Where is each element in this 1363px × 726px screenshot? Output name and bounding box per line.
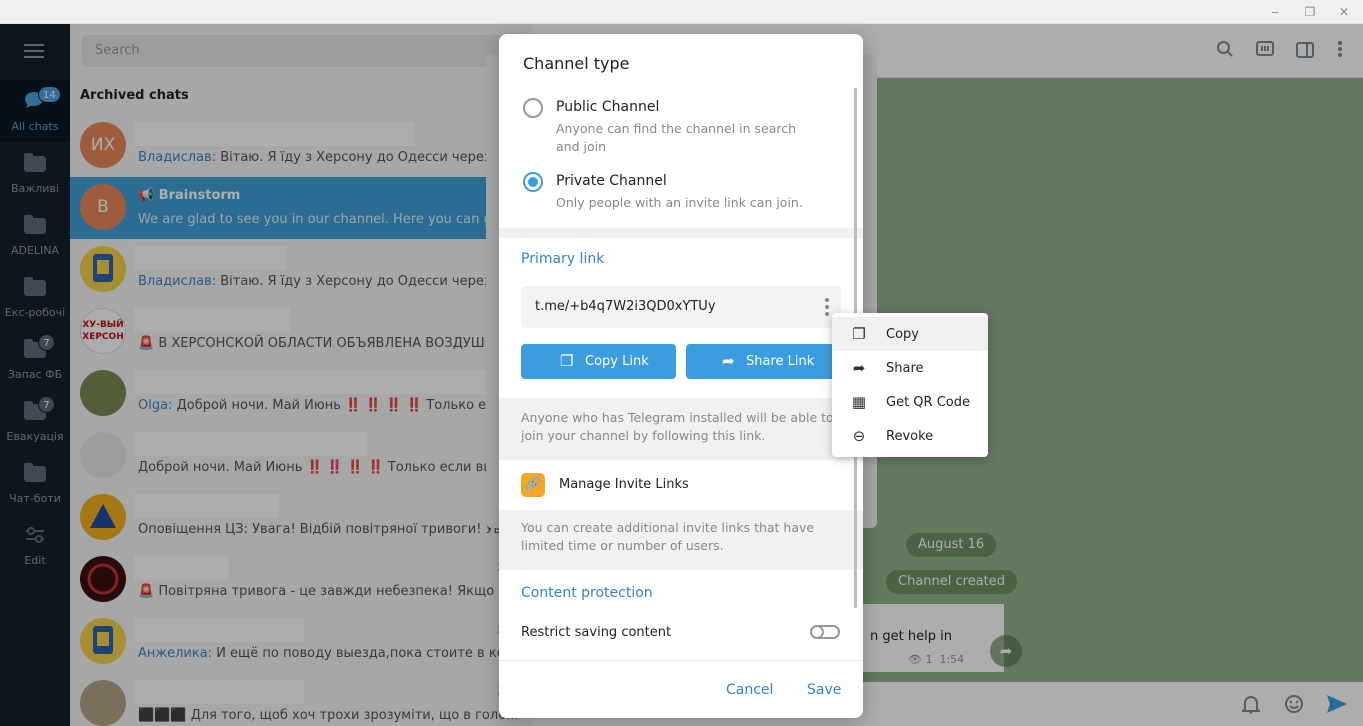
footer-divider — [499, 660, 863, 661]
dialog-title: Channel type — [523, 54, 630, 73]
primary-link-field[interactable]: t.me/+b4q7W2i3QD0xYTUy — [521, 286, 841, 328]
public-channel-desc: Anyone can find the channel in search an… — [556, 121, 797, 154]
content-protection-title: Content protection — [521, 585, 653, 601]
share-icon: ➦ — [852, 359, 866, 377]
manage-invite-links-row[interactable]: 🔗 Manage Invite Links — [499, 460, 863, 510]
close-icon[interactable]: ✕ — [1333, 2, 1355, 22]
menu-item-share[interactable]: ➦ Share — [832, 351, 988, 385]
share-link-button[interactable]: ➦ Share Link — [686, 344, 841, 379]
public-channel-label[interactable]: Public Channel — [556, 99, 659, 115]
menu-item-label: Share — [886, 361, 924, 376]
save-button[interactable]: Save — [807, 682, 841, 698]
menu-item-label: Copy — [886, 327, 919, 342]
private-channel-label[interactable]: Private Channel — [556, 173, 667, 189]
public-channel-radio[interactable] — [523, 98, 543, 118]
qr-code-icon: ▦ — [851, 393, 867, 411]
revoke-icon: ⊖ — [852, 427, 866, 445]
copy-icon: ❐ — [852, 325, 866, 343]
share-link-label: Share Link — [746, 354, 815, 369]
link-note: Anyone who has Telegram installed will b… — [521, 410, 834, 443]
manage-note: You can create additional invite links t… — [521, 520, 815, 553]
menu-item-revoke[interactable]: ⊖ Revoke — [832, 419, 988, 453]
menu-item-copy[interactable]: ❐ Copy — [832, 317, 988, 351]
restore-icon[interactable]: ❐ — [1299, 2, 1321, 22]
private-channel-desc: Only people with an invite link can join… — [556, 195, 803, 210]
manage-invite-links-label: Manage Invite Links — [559, 477, 689, 492]
copy-link-label: Copy Link — [585, 354, 649, 369]
minimize-icon[interactable]: ‒ — [1264, 2, 1286, 22]
private-channel-radio[interactable] — [523, 172, 543, 192]
copy-icon: ❐ — [560, 352, 574, 370]
menu-item-label: Get QR Code — [886, 395, 970, 410]
menu-item-label: Revoke — [886, 429, 934, 444]
restrict-saving-label: Restrict saving content — [521, 625, 672, 640]
share-icon: ➦ — [722, 352, 735, 370]
link-more-icon[interactable] — [825, 298, 829, 319]
section-divider — [499, 228, 863, 238]
restrict-saving-toggle[interactable] — [810, 625, 840, 639]
primary-link-title: Primary link — [521, 251, 605, 267]
link-icon: 🔗 — [521, 473, 545, 497]
window-titlebar: ‒ ❐ ✕ — [0, 0, 1363, 24]
cancel-button[interactable]: Cancel — [726, 682, 773, 698]
link-context-menu: ❐ Copy ➦ Share ▦ Get QR Code ⊖ Revoke — [832, 313, 988, 457]
invite-link: t.me/+b4q7W2i3QD0xYTUy — [535, 299, 716, 314]
menu-item-qr-code[interactable]: ▦ Get QR Code — [832, 385, 988, 419]
copy-link-button[interactable]: ❐ Copy Link — [521, 344, 676, 379]
channel-type-dialog: Channel type Public Channel Anyone can f… — [499, 34, 863, 718]
